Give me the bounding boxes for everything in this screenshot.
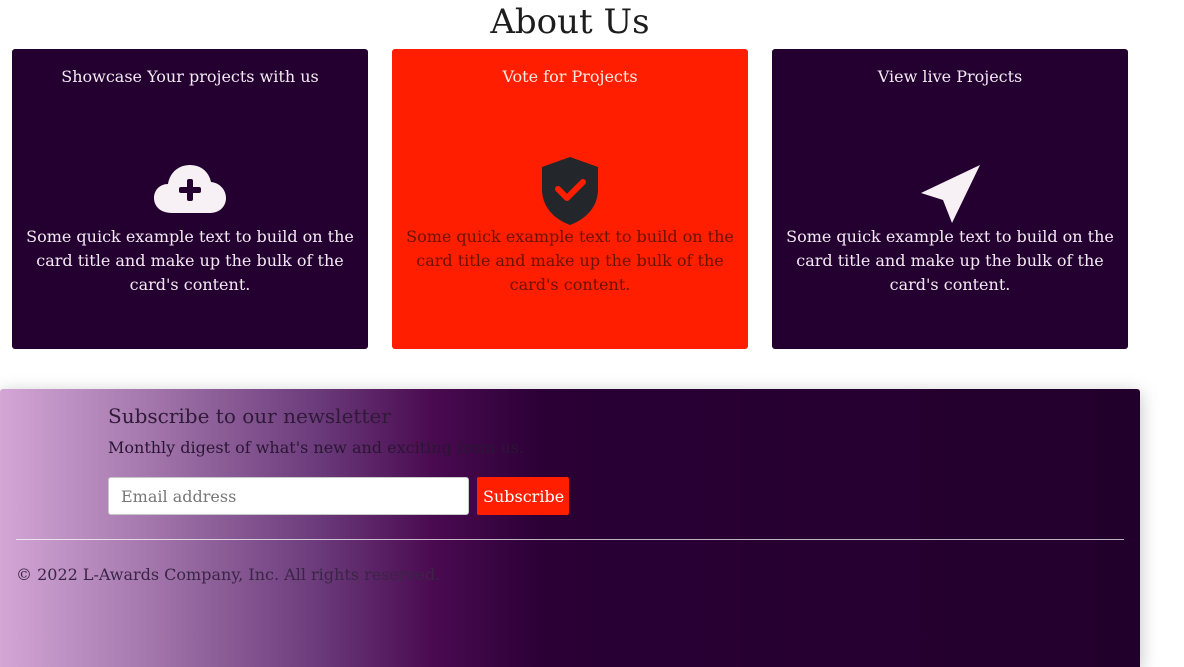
shield-check-icon: [542, 157, 598, 225]
card-title: View live Projects: [877, 67, 1023, 86]
card-text: Some quick example text to build on the …: [406, 227, 734, 294]
card-title: Showcase Your projects with us: [61, 67, 319, 86]
card-vote: Vote for Projects Some quick example tex…: [392, 49, 748, 349]
navigation-arrow-icon: [921, 165, 980, 223]
page: About Us Showcase Your projects with us …: [0, 0, 1184, 667]
cloud-plus-icon: [154, 165, 226, 213]
newsletter-title: Subscribe to our newsletter: [108, 404, 391, 428]
email-input[interactable]: [108, 477, 469, 515]
card-showcase: Showcase Your projects with us Some quic…: [12, 49, 368, 349]
footer: Subscribe to our newsletter Monthly dige…: [0, 389, 1140, 667]
card-text: Some quick example text to build on the …: [786, 227, 1114, 294]
page-title: About Us: [490, 2, 650, 42]
card-live-projects: View live Projects Some quick example te…: [772, 49, 1128, 349]
card-title: Vote for Projects: [502, 67, 638, 86]
newsletter-subtitle: Monthly digest of what's new and excitin…: [108, 438, 524, 457]
card-text: Some quick example text to build on the …: [26, 227, 354, 294]
subscribe-button[interactable]: Subscribe: [477, 477, 569, 515]
divider: [16, 539, 1124, 540]
copyright-text: © 2022 L-Awards Company, Inc. All rights…: [16, 565, 441, 584]
